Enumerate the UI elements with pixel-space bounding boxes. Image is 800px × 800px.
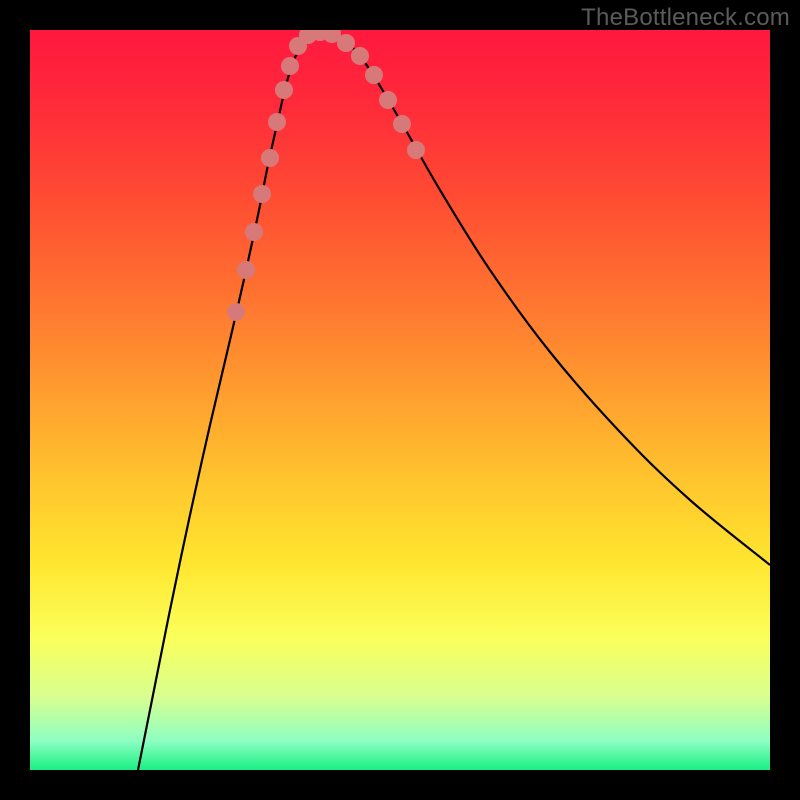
marker-point	[253, 185, 271, 203]
gradient-background	[30, 30, 770, 770]
marker-point	[351, 47, 369, 65]
watermark-text: TheBottleneck.com	[581, 4, 790, 32]
marker-point	[337, 34, 355, 52]
chart-svg	[30, 30, 770, 770]
marker-point	[393, 115, 411, 133]
marker-point	[275, 81, 293, 99]
marker-point	[237, 261, 255, 279]
marker-point	[407, 141, 425, 159]
marker-point	[281, 57, 299, 75]
plot-area	[30, 30, 770, 770]
marker-point	[227, 303, 245, 321]
chart-frame: TheBottleneck.com	[0, 0, 800, 800]
marker-point	[245, 223, 263, 241]
marker-point	[261, 149, 279, 167]
marker-point	[365, 66, 383, 84]
marker-point	[379, 91, 397, 109]
marker-point	[268, 113, 286, 131]
